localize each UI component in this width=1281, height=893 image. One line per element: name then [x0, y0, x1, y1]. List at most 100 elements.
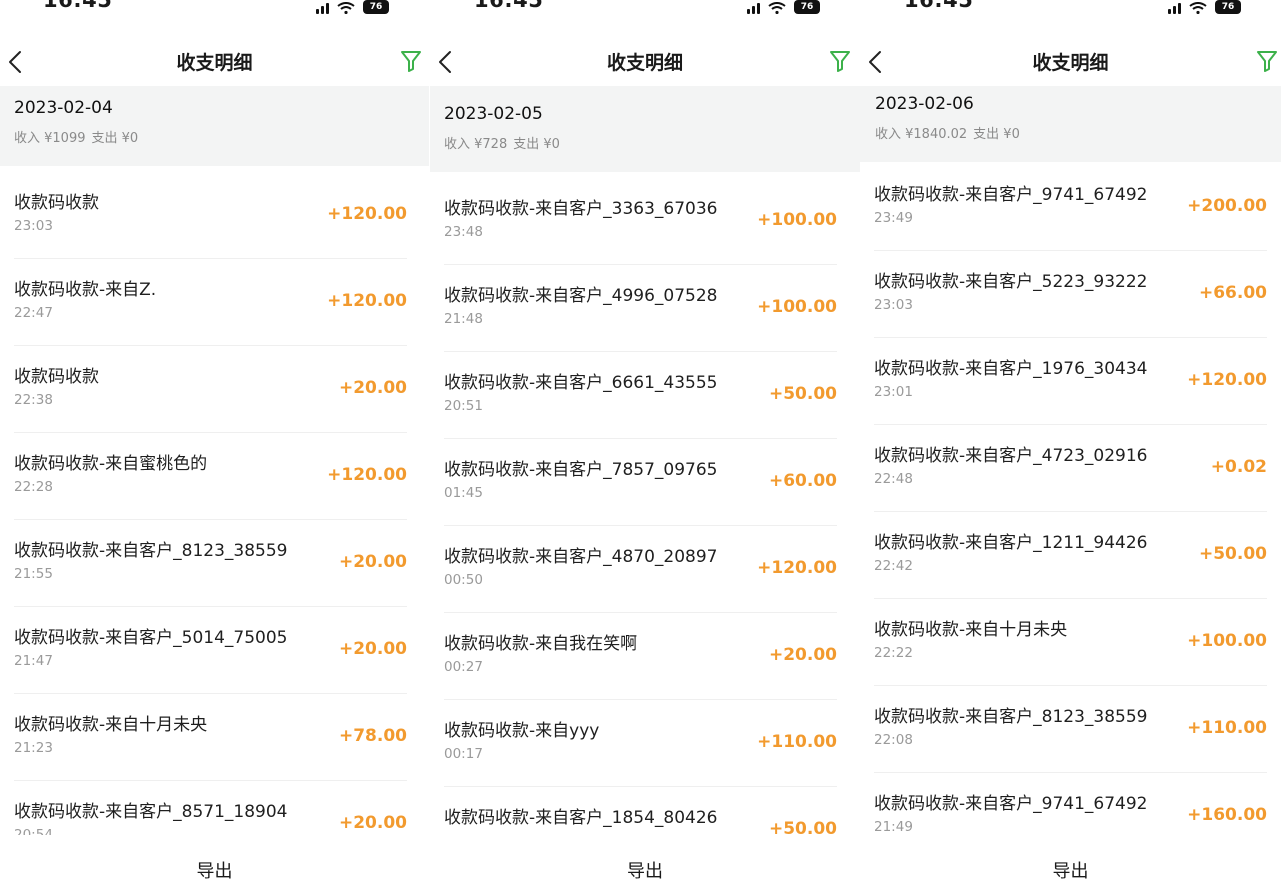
status-bar: 16:45 76 — [860, 0, 1281, 20]
transaction-time: 21:48 — [444, 311, 483, 327]
transaction-amount: +20.00 — [338, 813, 407, 833]
transaction-title: 收款码收款-来自客户_1976_30434 — [874, 359, 1148, 379]
transaction-time: 01:45 — [444, 485, 483, 501]
transaction-time: 21:55 — [14, 566, 53, 582]
footer-bar: 导出 — [860, 835, 1281, 893]
transaction-list: 收款码收款-来自客户_3363_67036 23:48 +100.00 收款码收… — [432, 172, 851, 874]
transaction-time: 22:47 — [14, 305, 53, 321]
date-label: 2023-02-04 — [14, 98, 113, 118]
transaction-amount: +100.00 — [757, 210, 837, 230]
transaction-amount: +160.00 — [1187, 805, 1267, 825]
phone-screen-3: 16:45 76 收支明细 2023-02-06 收入 ¥1840.02 支出 … — [860, 0, 1281, 893]
transaction-title: 收款码收款-来自客户_1211_94426 — [874, 533, 1148, 553]
transaction-time: 00:27 — [444, 659, 483, 675]
battery-icon: 76 — [794, 0, 820, 14]
transaction-row[interactable]: 收款码收款 23:03 +120.00 — [14, 172, 407, 259]
transaction-row[interactable]: 收款码收款-来自客户_5014_75005 21:47 +20.00 — [14, 607, 407, 694]
transaction-amount: +200.00 — [1187, 196, 1267, 216]
transaction-time: 21:49 — [874, 819, 913, 835]
transaction-time: 22:22 — [874, 645, 913, 661]
wifi-icon — [1189, 2, 1207, 14]
transaction-list: 收款码收款-来自客户_9741_67492 23:49 +200.00 收款码收… — [862, 162, 1281, 860]
transaction-title: 收款码收款-来自客户_4723_02916 — [874, 446, 1148, 466]
date-label: 2023-02-06 — [875, 94, 974, 114]
transaction-title: 收款码收款-来自客户_6661_43555 — [444, 373, 718, 393]
transaction-row[interactable]: 收款码收款-来自客户_6661_43555 20:51 +50.00 — [444, 352, 837, 439]
transaction-title: 收款码收款-来自客户_4996_07528 — [444, 286, 718, 306]
status-icons: 76 — [747, 0, 820, 14]
nav-bar: 收支明细 — [430, 40, 860, 84]
date-summary-header: 2023-02-04 收入 ¥1099 支出 ¥0 — [0, 86, 429, 166]
export-button[interactable]: 导出 — [430, 857, 860, 883]
transaction-amount: +120.00 — [327, 465, 407, 485]
transaction-amount: +78.00 — [338, 726, 407, 746]
transaction-row[interactable]: 收款码收款-来自客户_8123_38559 21:55 +20.00 — [14, 520, 407, 607]
transaction-row[interactable]: 收款码收款-来自客户_4996_07528 21:48 +100.00 — [444, 265, 837, 352]
nav-bar: 收支明细 — [0, 40, 429, 84]
expense-total: 支出 ¥0 — [513, 137, 560, 152]
transaction-row[interactable]: 收款码收款 22:38 +20.00 — [14, 346, 407, 433]
transaction-row[interactable]: 收款码收款-来自我在笑啊 00:27 +20.00 — [444, 613, 837, 700]
transaction-amount: +120.00 — [757, 558, 837, 578]
transaction-amount: +100.00 — [1187, 631, 1267, 651]
signal-icon — [1168, 2, 1181, 14]
transaction-amount: +100.00 — [757, 297, 837, 317]
transaction-title: 收款码收款-来自客户_8571_18904 — [14, 802, 288, 822]
transaction-row[interactable]: 收款码收款-来自客户_1976_30434 23:01 +120.00 — [874, 338, 1267, 425]
income-total: 收入 ¥1099 — [14, 131, 86, 146]
filter-funnel-icon[interactable] — [399, 48, 423, 74]
date-summary-header: 2023-02-05 收入 ¥728 支出 ¥0 — [430, 86, 860, 172]
transaction-title: 收款码收款-来自客户_5014_75005 — [14, 628, 288, 648]
wifi-icon — [768, 2, 786, 14]
date-label: 2023-02-05 — [444, 104, 543, 124]
transaction-title: 收款码收款-来自客户_8123_38559 — [874, 707, 1148, 727]
battery-icon: 76 — [363, 0, 389, 14]
transaction-row[interactable]: 收款码收款-来自十月未央 22:22 +100.00 — [874, 599, 1267, 686]
transaction-time: 00:17 — [444, 746, 483, 762]
transaction-amount: +0.02 — [1210, 457, 1267, 477]
transaction-title: 收款码收款-来自Z. — [14, 280, 157, 300]
transaction-title: 收款码收款-来自十月未央 — [874, 620, 1068, 640]
export-button[interactable]: 导出 — [0, 857, 429, 883]
page-title: 收支明细 — [606, 52, 683, 74]
transaction-list: 收款码收款 23:03 +120.00 收款码收款-来自Z. 22:47 +12… — [2, 166, 421, 868]
transaction-row[interactable]: 收款码收款-来自客户_4870_20897 00:50 +120.00 — [444, 526, 837, 613]
transaction-row[interactable]: 收款码收款-来自客户_8123_38559 22:08 +110.00 — [874, 686, 1267, 773]
transaction-row[interactable]: 收款码收款-来自客户_5223_93222 23:03 +66.00 — [874, 251, 1267, 338]
status-icons: 76 — [316, 0, 389, 14]
transaction-time: 22:48 — [874, 471, 913, 487]
transaction-amount: +60.00 — [768, 471, 837, 491]
transaction-row[interactable]: 收款码收款-来自客户_9741_67492 23:49 +200.00 — [874, 164, 1267, 251]
export-button[interactable]: 导出 — [860, 857, 1281, 883]
transaction-title: 收款码收款-来自我在笑啊 — [444, 634, 638, 654]
transaction-row[interactable]: 收款码收款-来自十月未央 21:23 +78.00 — [14, 694, 407, 781]
transaction-row[interactable]: 收款码收款-来自yyy 00:17 +110.00 — [444, 700, 837, 787]
transaction-title: 收款码收款-来自客户_7857_09765 — [444, 460, 718, 480]
transaction-time: 22:28 — [14, 479, 53, 495]
transaction-title: 收款码收款-来自客户_9741_67492 — [874, 794, 1148, 814]
transaction-title: 收款码收款-来自yyy — [444, 721, 600, 741]
transaction-amount: +50.00 — [768, 384, 837, 404]
page-title: 收支明细 — [176, 52, 253, 74]
income-expense-summary: 收入 ¥728 支出 ¥0 — [444, 133, 860, 152]
transaction-amount: +20.00 — [338, 378, 407, 398]
transaction-row[interactable]: 收款码收款-来自Z. 22:47 +120.00 — [14, 259, 407, 346]
transaction-row[interactable]: 收款码收款-来自客户_1211_94426 22:42 +50.00 — [874, 512, 1267, 599]
income-expense-summary: 收入 ¥1099 支出 ¥0 — [14, 127, 429, 146]
transaction-row[interactable]: 收款码收款-来自客户_4723_02916 22:48 +0.02 — [874, 425, 1267, 512]
filter-funnel-icon[interactable] — [828, 48, 852, 74]
transaction-title: 收款码收款-来自客户_4870_20897 — [444, 547, 718, 567]
filter-funnel-icon[interactable] — [1255, 48, 1279, 74]
transaction-amount: +110.00 — [1187, 718, 1267, 738]
transaction-row[interactable]: 收款码收款-来自客户_7857_09765 01:45 +60.00 — [444, 439, 837, 526]
signal-icon — [747, 2, 760, 14]
transaction-row[interactable]: 收款码收款-来自客户_3363_67036 23:48 +100.00 — [444, 178, 837, 265]
transaction-row[interactable]: 收款码收款-来自蜜桃色的 22:28 +120.00 — [14, 433, 407, 520]
income-expense-summary: 收入 ¥1840.02 支出 ¥0 — [875, 123, 1281, 142]
transaction-title: 收款码收款-来自十月未央 — [14, 715, 208, 735]
transaction-amount: +20.00 — [768, 645, 837, 665]
transaction-time: 22:08 — [874, 732, 913, 748]
transaction-time: 23:03 — [14, 218, 53, 234]
expense-total: 支出 ¥0 — [973, 127, 1020, 142]
income-total: 收入 ¥1840.02 — [875, 127, 968, 142]
